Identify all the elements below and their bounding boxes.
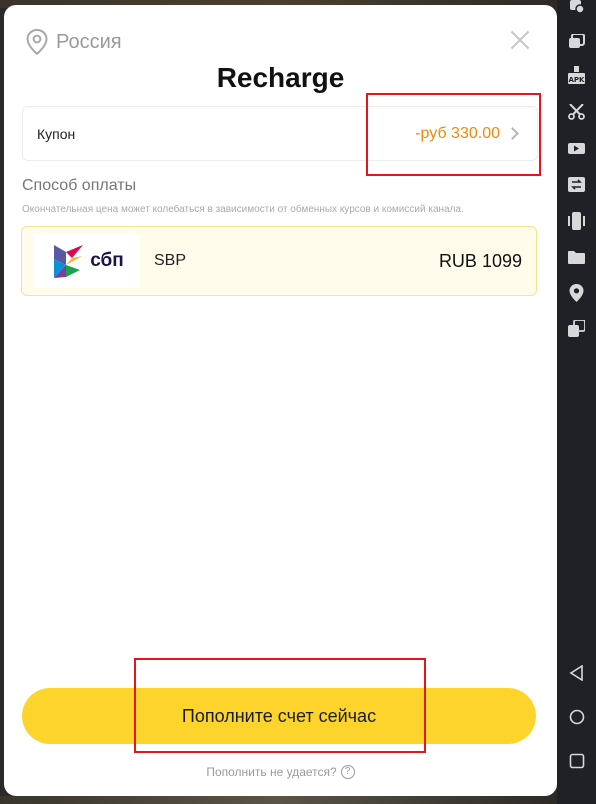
help-text: Пополнить не удается? bbox=[206, 765, 337, 779]
highlight-box-coupon bbox=[366, 93, 541, 176]
highlight-box-button bbox=[134, 658, 426, 753]
page-title: Recharge bbox=[216, 62, 345, 93]
folder-icon[interactable] bbox=[568, 250, 585, 265]
payment-method-name: SBP bbox=[154, 252, 187, 269]
back-icon[interactable] bbox=[569, 664, 584, 686]
coupon-label: Купон bbox=[37, 125, 76, 142]
recents-icon[interactable] bbox=[569, 753, 585, 774]
payment-method-heading: Способ оплаты bbox=[22, 177, 137, 194]
multi-window-icon[interactable] bbox=[568, 34, 585, 49]
sbp-logo-mark-icon bbox=[54, 245, 84, 278]
region-selector[interactable]: Россия bbox=[26, 29, 122, 55]
sbp-logo: сбп bbox=[34, 234, 140, 288]
rotate-icon[interactable] bbox=[568, 320, 585, 337]
scissors-icon[interactable] bbox=[568, 104, 585, 120]
close-icon[interactable] bbox=[507, 27, 533, 53]
background-strip-bottom bbox=[0, 796, 556, 804]
location-pin-icon bbox=[26, 29, 48, 55]
sync-icon[interactable] bbox=[568, 177, 585, 192]
question-icon: ? bbox=[340, 765, 355, 779]
svg-text:APK: APK bbox=[569, 76, 585, 84]
region-label: Россия bbox=[56, 30, 122, 53]
add-app-icon[interactable] bbox=[568, 0, 585, 15]
location-icon[interactable] bbox=[568, 284, 585, 302]
payment-method-sbp[interactable]: сбп SBP RUB 1099 bbox=[21, 226, 537, 296]
home-icon[interactable] bbox=[569, 709, 585, 730]
apk-icon[interactable]: APK bbox=[568, 66, 585, 84]
sbp-logo-text: сбп bbox=[90, 250, 124, 271]
emulator-toolbar: APK bbox=[557, 0, 596, 804]
payment-method-price: RUB 1099 bbox=[438, 250, 522, 271]
record-video-icon[interactable] bbox=[568, 142, 585, 157]
shake-icon[interactable] bbox=[568, 212, 585, 230]
help-link[interactable]: Пополнить не удается? ? bbox=[4, 765, 557, 779]
payment-note: Окончательная цена может колебаться в за… bbox=[22, 204, 464, 215]
